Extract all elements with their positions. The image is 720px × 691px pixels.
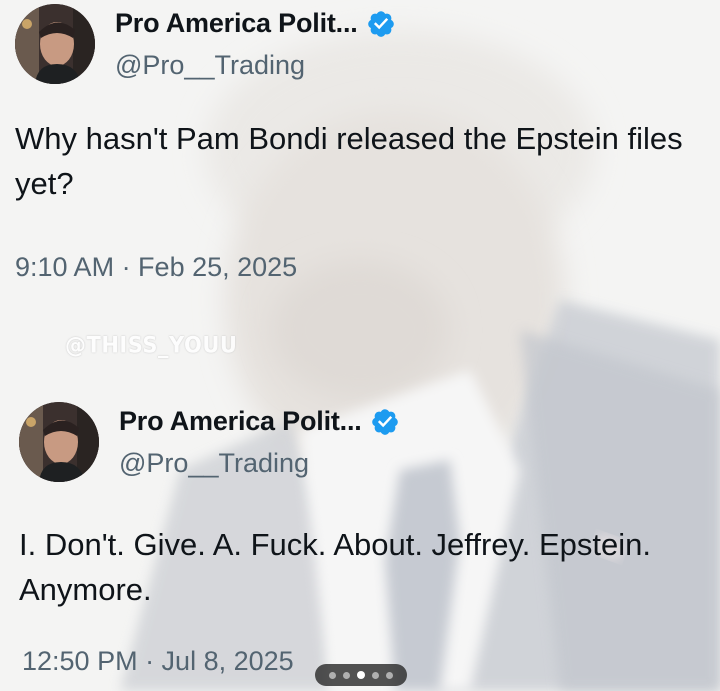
user-handle[interactable]: @Pro__Trading bbox=[115, 50, 305, 81]
display-name[interactable]: Pro America Polit... bbox=[119, 406, 362, 437]
display-name[interactable]: Pro America Polit... bbox=[115, 8, 358, 39]
carousel-indicator[interactable] bbox=[315, 664, 407, 686]
tweet-text: I. Don't. Give. A. Fuck. About. Jeffrey.… bbox=[19, 527, 651, 607]
tweet-author[interactable]: Pro America Polit... @Pro__Trading bbox=[15, 4, 705, 88]
tweet-author[interactable]: Pro America Polit... @Pro__Trading bbox=[19, 402, 709, 486]
carousel-dot[interactable] bbox=[343, 671, 350, 679]
user-handle[interactable]: @Pro__Trading bbox=[119, 448, 309, 479]
carousel-dot[interactable] bbox=[329, 671, 336, 679]
carousel-dot[interactable] bbox=[372, 671, 379, 679]
avatar[interactable] bbox=[19, 402, 99, 482]
watermark: @THISS_YOUU bbox=[65, 332, 238, 358]
carousel-dot[interactable] bbox=[386, 671, 393, 679]
verified-badge-icon bbox=[370, 407, 400, 437]
tweet-timestamp[interactable]: 12:50 PM · Jul 8, 2025 bbox=[22, 646, 294, 677]
avatar[interactable] bbox=[15, 4, 95, 84]
verified-badge-icon bbox=[366, 9, 396, 39]
tweet-timestamp[interactable]: 9:10 AM · Feb 25, 2025 bbox=[15, 252, 297, 283]
carousel-dot[interactable] bbox=[357, 671, 365, 679]
tweet-text: Why hasn't Pam Bondi released the Epstei… bbox=[15, 121, 683, 201]
